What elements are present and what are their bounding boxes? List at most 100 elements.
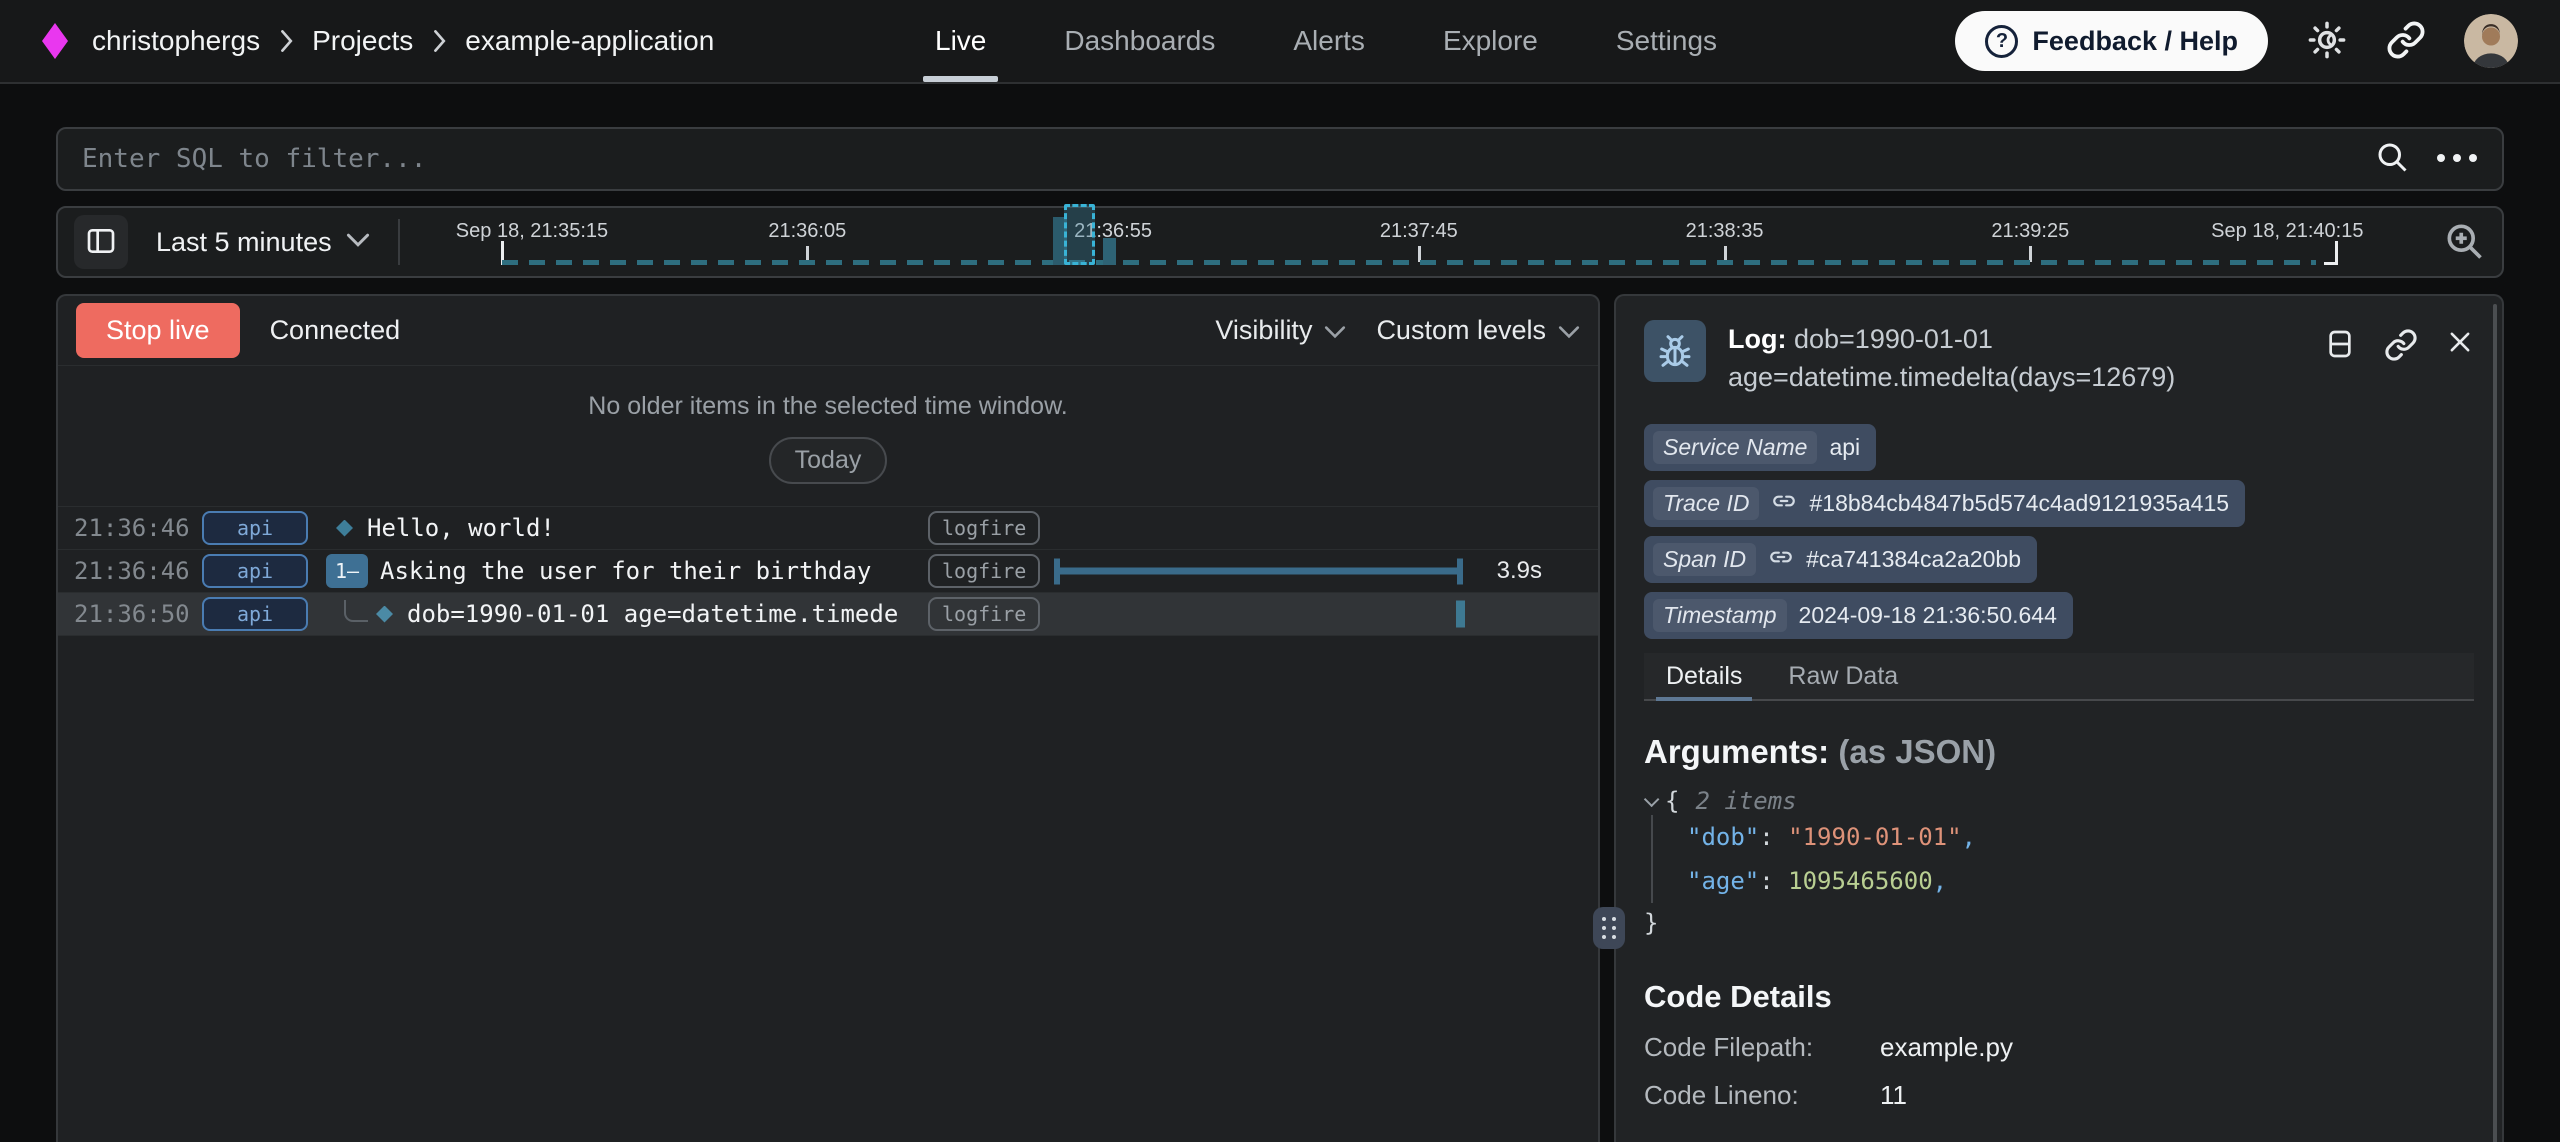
details-scrollbar[interactable] [2493,304,2497,1142]
log-position-tick [1456,601,1465,628]
span-duration-label: 3.9s [1497,557,1542,585]
logfire-tag-badge[interactable]: logfire [928,554,1040,588]
top-nav: christophergs Projects example-applicati… [0,0,2560,84]
copy-link-icon[interactable] [2384,328,2418,367]
chevron-right-icon [278,29,294,53]
feedback-help-label: Feedback / Help [2032,26,2238,57]
connection-status: Connected [270,315,401,346]
live-logs-panel: Stop live Connected Visibility Custom le… [56,294,1600,1142]
details-header: Log: dob=1990-01-01 age=datetime.timedel… [1644,320,2474,396]
user-avatar[interactable] [2464,14,2518,68]
span-bar-area [1040,593,1598,635]
json-open-brace: { [1665,787,1679,815]
span-bar-area [1040,507,1598,549]
arguments-heading: Arguments: (as JSON) [1644,733,2474,771]
empty-window-message: No older items in the selected time wind… [58,392,1598,421]
log-timestamp: 21:36:50 [58,600,190,628]
sidebar-toggle-button[interactable] [74,215,128,269]
chevron-down-icon [346,232,370,253]
log-details-panel: Log: dob=1990-01-01 age=datetime.timedel… [1614,294,2504,1142]
log-timestamp: 21:36:46 [58,557,190,585]
logfire-tag-badge[interactable]: logfire [928,597,1040,631]
metadata-badges: Service Name api Trace ID #18b84cb4847b5… [1644,424,2474,639]
code-filepath-row: Code Filepath: example.py [1644,1032,2474,1063]
share-link-button[interactable] [2386,20,2426,63]
tab-details[interactable]: Details [1666,653,1742,699]
today-button[interactable]: Today [769,437,888,484]
log-rows-list: 21:36:46 api Hello, world! logfire 21:36… [58,506,1598,636]
panel-resize-handle[interactable] [1593,907,1625,949]
log-row[interactable]: 21:36:46 api 1– Asking the user for thei… [58,550,1598,593]
collapse-children-badge[interactable]: 1– [326,554,368,588]
theme-toggle-button[interactable] [2306,19,2348,64]
span-bar-area: 3.9s [1040,550,1598,592]
service-badge[interactable]: api [202,597,308,631]
child-connector-line [344,600,368,622]
log-message: Asking the user for their birthday [380,557,871,585]
search-icon[interactable] [2374,139,2410,180]
details-title: Log: dob=1990-01-01 age=datetime.timedel… [1728,320,2248,396]
code-details-heading: Code Details [1644,979,2474,1015]
sql-filter-input[interactable] [82,144,2348,174]
help-question-icon: ? [1985,25,2018,58]
timeline-bar: Last 5 minutes Sep 18, 21:35:15 21:36:05… [56,206,2504,278]
service-name-badge: Service Name api [1644,424,1876,471]
breadcrumb-org[interactable]: christophergs [92,25,260,57]
timeline-baseline [502,260,2317,265]
timestamp-badge: Timestamp 2024-09-18 21:36:50.644 [1644,592,2073,639]
breadcrumb: christophergs Projects example-applicati… [42,23,714,59]
log-message: dob=1990-01-01 age=datetime.timede [407,600,898,628]
span-id-badge[interactable]: Span ID #ca741384ca2a20bb [1644,536,2037,583]
custom-levels-dropdown[interactable]: Custom levels [1376,315,1580,346]
chevron-right-icon [431,29,447,53]
json-entry: "age": 1095465600, [1687,859,2474,903]
span-duration-bar [1054,568,1463,575]
tab-raw-data[interactable]: Raw Data [1788,653,1898,699]
more-options-icon[interactable] [2436,150,2478,168]
log-row[interactable]: 21:36:46 api Hello, world! logfire [58,507,1598,550]
code-lineno-row: Code Lineno: 11 [1644,1080,2474,1111]
logfire-tag-badge[interactable]: logfire [928,511,1040,545]
collapse-chevron-icon[interactable] [1644,791,1660,807]
debug-bug-icon [1644,320,1706,382]
tab-explore[interactable]: Explore [1443,0,1538,82]
sun-theme-icon [2306,19,2348,64]
service-badge[interactable]: api [202,511,308,545]
log-timestamp: 21:36:46 [58,514,190,542]
timeline-activity-bar [1103,238,1116,265]
time-range-label: Last 5 minutes [156,227,332,258]
divider [398,219,400,265]
visibility-dropdown[interactable]: Visibility [1215,315,1346,346]
timeline-selection-window[interactable] [1064,204,1095,265]
tab-settings[interactable]: Settings [1616,0,1717,82]
panel-left-icon [85,225,117,260]
stop-live-button[interactable]: Stop live [76,303,240,358]
log-row-selected[interactable]: 21:36:50 api dob=1990-01-01 age=datetime… [58,593,1598,636]
logfire-logo-icon[interactable] [42,23,68,59]
tab-alerts[interactable]: Alerts [1293,0,1365,82]
feedback-help-button[interactable]: ? Feedback / Help [1955,11,2268,71]
live-panel-header: Stop live Connected Visibility Custom le… [58,296,1598,366]
breadcrumb-projects[interactable]: Projects [312,25,413,57]
zoom-in-icon [2442,219,2486,266]
log-level-diamond-icon [336,520,353,537]
link-icon [1768,544,1794,576]
tab-live[interactable]: Live [935,0,986,82]
chevron-down-icon [1324,315,1346,346]
time-range-dropdown[interactable]: Last 5 minutes [156,227,370,258]
json-viewer: { 2 items "dob": "1990-01-01", "age": 10… [1644,787,2474,943]
link-icon [2386,20,2426,63]
close-icon[interactable] [2446,328,2474,367]
timeline-chart[interactable]: Sep 18, 21:35:15 21:36:05 21:36:55 21:37… [422,208,2420,276]
log-message: Hello, world! [367,514,555,542]
main-nav-tabs: Live Dashboards Alerts Explore Settings [935,0,1717,82]
zoom-in-button[interactable] [2442,219,2486,266]
trace-id-badge[interactable]: Trace ID #18b84cb4847b5d574c4ad9121935a4… [1644,480,2245,527]
sql-filter-bar [56,127,2504,191]
service-badge[interactable]: api [202,554,308,588]
json-close-brace: } [1644,903,2474,943]
breadcrumb-project-name[interactable]: example-application [465,25,714,57]
split-view-icon[interactable] [2324,328,2356,367]
tab-dashboards[interactable]: Dashboards [1064,0,1215,82]
json-entry: "dob": "1990-01-01", [1687,815,2474,859]
